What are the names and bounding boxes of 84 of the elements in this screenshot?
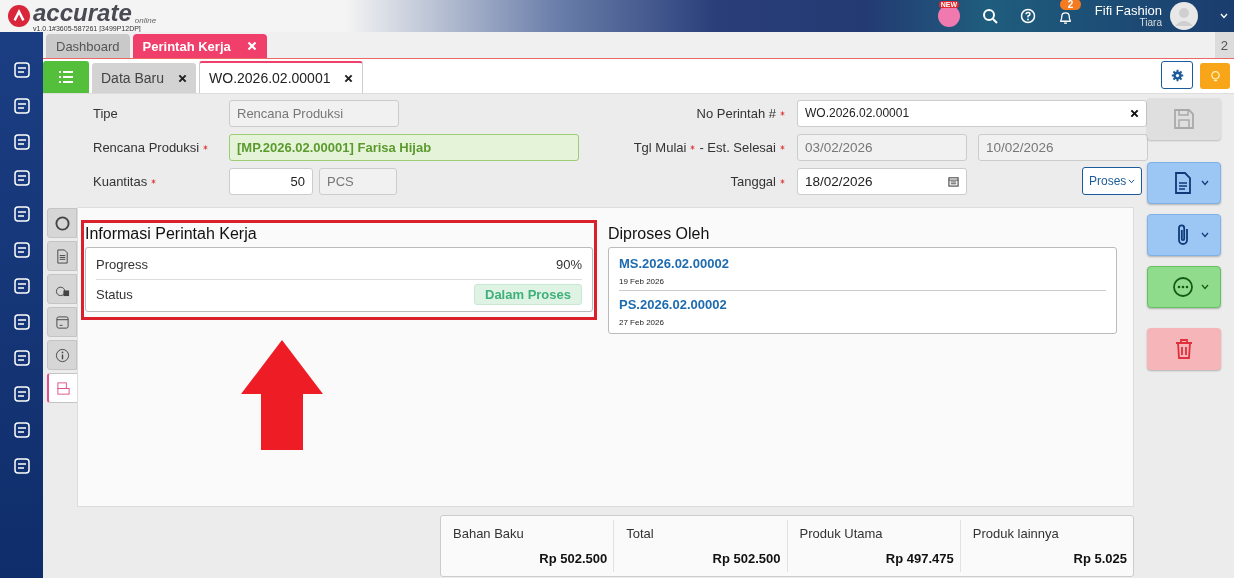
notification-count: 2	[1059, 0, 1082, 10]
summary-value: Rp 497.475	[884, 551, 954, 566]
logo-text: accurate	[33, 0, 132, 25]
ring-icon	[54, 215, 70, 231]
logo-subtitle: online	[134, 16, 157, 25]
info-label: Status	[96, 287, 133, 303]
field-label: - Est. Selesai	[699, 139, 776, 155]
help-icon[interactable]	[1019, 8, 1036, 24]
page-tab[interactable]: Dashboard	[46, 34, 130, 58]
process-dropdown-button[interactable]: Proses	[1082, 167, 1143, 195]
money-tab[interactable]	[47, 274, 77, 304]
document-date: 19 Feb 2026	[619, 277, 665, 287]
tab-label: Perintah Kerja	[142, 38, 231, 54]
summary-value: Rp 5.025	[1072, 551, 1127, 566]
document-tab[interactable]: WO.2026.02.00001	[199, 61, 364, 93]
summary-value: Rp 502.500	[711, 551, 781, 566]
save-icon	[1172, 107, 1196, 131]
section-title: Diproses Oleh	[608, 224, 711, 244]
date-field[interactable]: 18/02/2026	[797, 167, 967, 195]
attachment-button[interactable]	[1147, 214, 1221, 256]
document-tab[interactable]: Data Baru	[92, 63, 197, 93]
tab-label: Dashboard	[56, 38, 120, 54]
field-label: Tanggal	[730, 173, 776, 189]
stack-tab[interactable]	[47, 373, 78, 403]
field-label: Tgl Mulai	[633, 139, 687, 155]
list-icon	[58, 70, 74, 84]
field-label: No Perintah #	[696, 105, 776, 121]
close-icon[interactable]	[344, 73, 354, 83]
document-date: 27 Feb 2026	[619, 318, 665, 328]
field-label: Tipe	[93, 105, 118, 121]
field-label: Kuantitas	[93, 173, 148, 189]
caret-icon	[1201, 232, 1209, 238]
company-name: Fifi Fashion	[1094, 3, 1162, 18]
more-button[interactable]	[1147, 266, 1221, 308]
summary-label: Produk Utama	[799, 526, 884, 541]
close-icon[interactable]	[178, 73, 188, 83]
avatar-icon[interactable]	[1170, 2, 1198, 30]
mascot-button[interactable]	[937, 5, 960, 27]
document-link[interactable]: MS.2026.02.00002	[619, 256, 1106, 272]
search-icon[interactable]	[981, 8, 998, 24]
info-tab[interactable]	[47, 340, 77, 370]
caret-icon[interactable]	[1220, 13, 1228, 19]
page-tab[interactable]: Perintah Kerja	[132, 34, 267, 58]
delete-button[interactable]	[1147, 328, 1221, 370]
settings-button[interactable]	[1161, 61, 1193, 89]
status-badge: Dalam Proses	[474, 284, 582, 306]
type-field[interactable]: Rencana Produksi	[229, 99, 399, 127]
caret-icon	[1201, 180, 1209, 186]
logo-icon	[8, 5, 30, 27]
summary-label: Bahan Baku	[453, 526, 525, 541]
tab-label: Data Baru	[101, 70, 165, 86]
caret-icon	[1128, 178, 1136, 184]
quantity-field[interactable]: 50	[229, 167, 313, 195]
progress-value: 90%	[555, 257, 582, 273]
unit-field[interactable]: PCS	[319, 167, 397, 195]
summary-label: Total	[626, 526, 655, 541]
box-tab[interactable]	[47, 307, 77, 337]
tab-label: WO.2026.02.00001	[209, 70, 331, 86]
more-icon	[1171, 275, 1195, 299]
section-title: Informasi Perintah Kerja	[85, 224, 258, 244]
document-link[interactable]: PS.2026.02.00002	[619, 297, 1106, 313]
user-name: Tiara	[1139, 17, 1162, 29]
summary-value: Rp 502.500	[538, 551, 608, 566]
info-icon	[54, 347, 70, 363]
info-label: Progress	[96, 257, 149, 273]
field-value: 18/02/2026	[805, 173, 873, 189]
production-plan-field[interactable]: [MP.2026.02.00001] Farisa Hijab	[229, 133, 579, 161]
order-number-field[interactable]: WO.2026.02.00001	[797, 99, 1147, 127]
field-label: Rencana Produksi	[93, 139, 200, 155]
stack-icon	[55, 380, 71, 396]
tab-count-dropdown[interactable]: 2	[1214, 32, 1234, 58]
summary-label: Produk lainnya	[972, 526, 1060, 541]
calendar-icon[interactable]	[948, 175, 959, 187]
document-tab[interactable]	[47, 241, 77, 271]
box-icon	[54, 314, 70, 330]
field-value: WO.2026.02.00001	[805, 106, 910, 120]
arrow-icon	[241, 340, 323, 450]
clear-icon[interactable]	[1130, 108, 1139, 118]
circle-tab[interactable]	[47, 208, 77, 238]
lightbulb-icon	[1208, 69, 1222, 83]
bell-icon[interactable]	[1057, 10, 1073, 25]
caret-icon	[1201, 284, 1209, 290]
document-button[interactable]	[1147, 162, 1221, 204]
document-icon	[54, 248, 70, 264]
